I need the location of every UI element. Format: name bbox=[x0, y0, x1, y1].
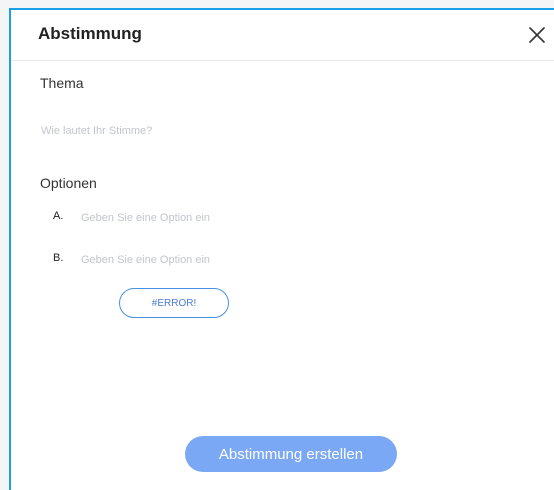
create-poll-button[interactable]: Abstimmung erstellen bbox=[185, 436, 397, 472]
option-row-b: B. bbox=[53, 248, 353, 272]
topic-input[interactable] bbox=[39, 118, 483, 144]
topic-label: Thema bbox=[40, 75, 84, 91]
poll-dialog: Abstimmung Thema Optionen A. B. #ERROR! … bbox=[9, 8, 554, 490]
close-icon bbox=[529, 27, 545, 43]
option-row-a: A. bbox=[53, 206, 353, 230]
option-a-input[interactable] bbox=[79, 206, 343, 230]
close-button[interactable] bbox=[524, 22, 550, 48]
option-letter-b: B. bbox=[53, 252, 64, 264]
options-label: Optionen bbox=[40, 175, 97, 191]
add-option-button[interactable]: #ERROR! bbox=[119, 288, 229, 318]
dialog-title: Abstimmung bbox=[38, 24, 142, 43]
option-b-input[interactable] bbox=[79, 248, 343, 272]
dialog-header: Abstimmung bbox=[11, 10, 554, 61]
option-letter-a: A. bbox=[53, 210, 64, 222]
